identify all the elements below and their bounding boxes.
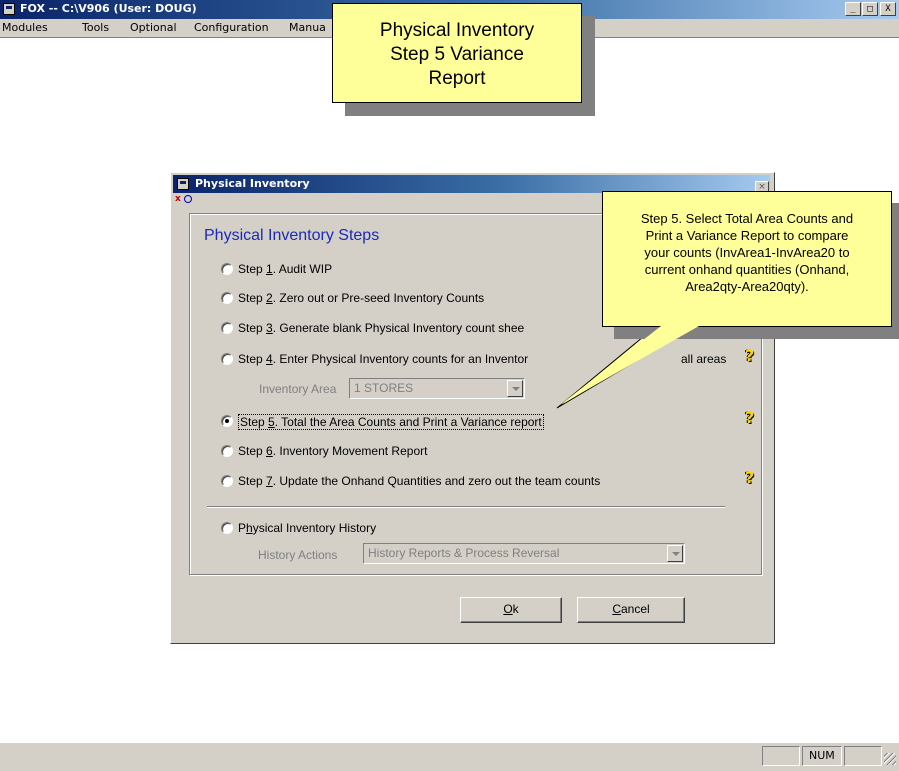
status-num: NUM — [802, 746, 842, 766]
callout-step5-line: your counts (InvArea1-InvArea20 to — [644, 245, 850, 260]
circle-marker-icon[interactable] — [184, 195, 192, 203]
cancel-button[interactable]: Cancel — [577, 597, 685, 623]
step-6-label: Step 6. Inventory Movement Report — [238, 444, 428, 458]
step-1-label: Step 1. Audit WIP — [238, 262, 333, 276]
radio-button[interactable] — [221, 475, 233, 487]
radio-button[interactable] — [221, 353, 233, 365]
callout-title-line: Step 5 Variance — [390, 44, 524, 65]
step-2-label: Step 2. Zero out or Pre-seed Inventory C… — [238, 291, 485, 305]
history-label: Physical Inventory History — [238, 521, 377, 535]
step-5-help-icon[interactable]: ? — [745, 410, 759, 426]
close-button[interactable]: X — [880, 2, 896, 16]
menu-configuration[interactable]: Configuration — [194, 21, 269, 34]
step-4-help-icon[interactable]: ? — [745, 348, 759, 364]
menu-manual[interactable]: Manua — [289, 21, 326, 34]
callout-title-line: Physical Inventory — [379, 20, 535, 41]
step-7-help-icon[interactable]: ? — [745, 470, 759, 486]
menu-modules[interactable]: Modules — [2, 21, 48, 34]
inventory-area-label: Inventory Area — [259, 382, 337, 396]
chevron-down-icon[interactable] — [667, 545, 683, 562]
callout-title-line: Report — [428, 68, 486, 89]
callout-step5-line: current onhand quantities (Onhand, — [644, 262, 850, 277]
close-marker-icon[interactable]: x — [175, 195, 183, 204]
radio-button[interactable] — [221, 322, 233, 334]
status-bar: NUM — [0, 742, 899, 771]
status-cell-empty — [844, 746, 882, 766]
title-callout: Physical Inventory Step 5 Variance Repor… — [332, 3, 582, 103]
radio-button[interactable] — [221, 445, 233, 457]
history-actions-select[interactable]: History Reports & Process Reversal — [363, 543, 685, 564]
step-7-label: Step 7. Update the Onhand Quantities and… — [238, 474, 601, 488]
maximize-button[interactable]: □ — [862, 2, 878, 16]
step-3-label: Step 3. Generate blank Physical Inventor… — [238, 321, 525, 335]
status-cell-empty — [762, 746, 800, 766]
step-4-suffix: all areas — [681, 352, 727, 366]
dialog-title: Physical Inventory — [195, 177, 310, 190]
chevron-down-icon[interactable] — [507, 380, 523, 397]
callout-step5-line: Step 5. Select Total Area Counts and — [640, 211, 854, 226]
step-5-label: Step 5. Total the Area Counts and Print … — [238, 414, 544, 430]
inventory-area-select[interactable]: 1 STORES — [349, 378, 525, 399]
steps-group-title: Physical Inventory Steps — [204, 227, 380, 244]
resize-grip-icon[interactable] — [884, 753, 896, 765]
ok-button[interactable]: Ok — [460, 597, 562, 623]
minimize-button[interactable]: _ — [845, 2, 861, 16]
dialog-window-icon[interactable] — [177, 178, 189, 190]
callout-step5-line: Print a Variance Report to compare — [645, 228, 849, 243]
callout-step5-line: Area2qty-Area20qty). — [685, 279, 809, 294]
history-actions-value: History Reports & Process Reversal — [368, 546, 560, 560]
radio-button[interactable] — [221, 522, 233, 534]
radio-button[interactable] — [221, 292, 233, 304]
radio-button[interactable] — [221, 415, 233, 427]
menu-tools[interactable]: Tools — [82, 21, 109, 34]
separator — [207, 506, 725, 508]
history-actions-label: History Actions — [258, 548, 338, 562]
step-4-label: Step 4. Enter Physical Inventory counts … — [238, 352, 529, 366]
step-5-callout: Step 5. Select Total Area Counts and Pri… — [602, 191, 892, 327]
radio-button[interactable] — [221, 263, 233, 275]
app-window-icon[interactable] — [3, 3, 15, 15]
inventory-area-value: 1 STORES — [354, 381, 414, 395]
app-title: FOX -- C:\V906 (User: DOUG) — [20, 2, 197, 15]
menu-optional[interactable]: Optional — [130, 21, 177, 34]
